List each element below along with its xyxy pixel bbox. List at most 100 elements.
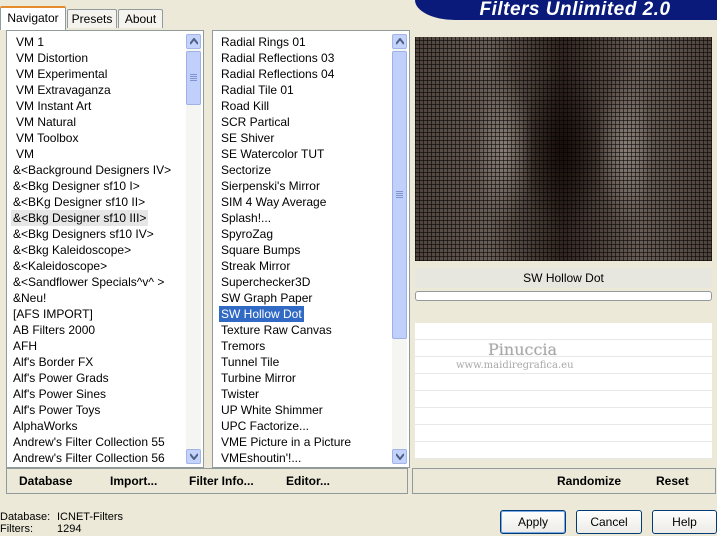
category-scroll-thumb[interactable]	[186, 51, 201, 105]
thumb-grip	[190, 76, 197, 77]
filter-info-button[interactable]: Filter Info...	[189, 472, 254, 490]
thumb-grip	[396, 197, 403, 198]
category-item[interactable]: Andrew's Filter Collection 56	[11, 450, 167, 464]
category-item[interactable]: [AFS IMPORT]	[11, 306, 95, 322]
filter-item[interactable]: SCR Partical	[219, 114, 292, 130]
filter-item[interactable]: SW Hollow Dot	[219, 306, 304, 322]
category-item[interactable]: Alf's Border FX	[11, 354, 95, 370]
filter-item[interactable]: Sierpenski's Mirror	[219, 178, 322, 194]
tab-navigator[interactable]: Navigator	[0, 6, 66, 30]
filter-item[interactable]: SpyroZag	[219, 226, 275, 242]
filter-item[interactable]: Square Bumps	[219, 242, 302, 258]
filter-item[interactable]: Splash!...	[219, 210, 273, 226]
filter-item[interactable]: Superchecker3D	[219, 274, 312, 290]
category-item[interactable]: VM Distortion	[11, 50, 90, 66]
cancel-button[interactable]: Cancel	[576, 510, 642, 534]
preview-image	[415, 37, 712, 261]
filter-item[interactable]: Tremors	[219, 338, 267, 354]
filter-item[interactable]: UP White Shimmer	[219, 402, 325, 418]
category-item[interactable]: VM Natural	[11, 114, 78, 130]
filter-item[interactable]: Radial Reflections 03	[219, 50, 336, 66]
filter-item[interactable]: Sectorize	[219, 162, 273, 178]
watermark-name: Pinuccia	[488, 340, 558, 359]
filter-item[interactable]: Radial Tile 01	[219, 82, 296, 98]
category-scroll-down-button[interactable]	[186, 449, 201, 464]
filter-scroll-down-button[interactable]	[392, 449, 407, 464]
tab-presets[interactable]: Presets	[67, 9, 117, 28]
filter-item[interactable]: VMEshoutin'!...	[219, 450, 303, 464]
tab-about[interactable]: About	[118, 9, 163, 28]
category-item[interactable]: Andrew's Filter Collection 55	[11, 434, 167, 450]
category-item[interactable]: VM Toolbox	[11, 130, 80, 146]
category-item[interactable]: &<Bkg Designers sf10 IV>	[11, 226, 156, 242]
category-item[interactable]: AB Filters 2000	[11, 322, 97, 338]
randomize-button[interactable]: Randomize	[557, 472, 621, 490]
filter-item[interactable]: Radial Rings 01	[219, 34, 308, 50]
filter-item[interactable]: Tunnel Tile	[219, 354, 281, 370]
filter-item[interactable]: VME Picture in a Picture	[219, 434, 353, 450]
parameter-slot	[415, 442, 712, 459]
parameter-slot	[415, 374, 712, 391]
database-label: Database:	[0, 511, 51, 523]
filter-scrollbar[interactable]	[392, 34, 407, 464]
category-item[interactable]: &Neu!	[11, 290, 48, 306]
filter-scroll-thumb[interactable]	[392, 51, 407, 339]
scroll-up-icon	[190, 38, 198, 45]
category-item[interactable]: Alf's Power Sines	[11, 386, 108, 402]
apply-button[interactable]: Apply	[500, 510, 566, 534]
filter-item[interactable]: Texture Raw Canvas	[219, 322, 334, 338]
selected-filter-name: SW Hollow Dot	[415, 268, 712, 288]
category-item[interactable]: VM 1	[11, 34, 46, 50]
watermark-url: www.maidiregrafica.eu	[456, 360, 574, 371]
category-item[interactable]: AlphaWorks	[11, 418, 79, 434]
thumb-grip	[190, 78, 197, 79]
filters-count-label: Filters:	[0, 523, 33, 535]
progress-bar	[415, 291, 712, 301]
category-scrollbar[interactable]	[186, 34, 201, 464]
scroll-down-icon	[190, 453, 198, 460]
category-item[interactable]: &<BKg Designer sf10 II>	[11, 194, 147, 210]
import-button[interactable]: Import...	[110, 472, 157, 490]
filter-scroll-up-button[interactable]	[392, 34, 407, 49]
category-item[interactable]: &<Background Designers IV>	[11, 162, 173, 178]
category-item[interactable]: VM Instant Art	[11, 98, 93, 114]
category-item[interactable]: Alf's Power Toys	[11, 402, 102, 418]
filter-item[interactable]: Streak Mirror	[219, 258, 292, 274]
filter-item[interactable]: SIM 4 Way Average	[219, 194, 328, 210]
filter-item[interactable]: SW Graph Paper	[219, 290, 314, 306]
filter-item[interactable]: SE Shiver	[219, 130, 276, 146]
category-item[interactable]: &<Kaleidoscope>	[11, 258, 109, 274]
parameter-slot	[415, 391, 712, 408]
category-item[interactable]: VM Experimental	[11, 66, 109, 82]
thumb-grip	[190, 74, 197, 75]
help-button[interactable]: Help	[652, 510, 717, 534]
category-item[interactable]: AFH	[11, 338, 39, 354]
parameter-slot	[415, 425, 712, 442]
category-list-panel: VM 1 VM Distortion VM Experimental VM Extra…	[6, 30, 204, 468]
filter-list[interactable]: Radial Rings 01 Radial Reflections 03 Radi…	[219, 34, 391, 464]
thumb-grip	[396, 191, 403, 192]
filter-item[interactable]: Turbine Mirror	[219, 370, 298, 386]
filter-item[interactable]: Twister	[219, 386, 261, 402]
category-item[interactable]: &<Bkg Designer sf10 III>	[11, 210, 149, 226]
filter-item[interactable]: UPC Factorize...	[219, 418, 311, 434]
param-spacer	[415, 304, 712, 322]
category-item[interactable]: &<Sandflower Specials^v^ >	[11, 274, 166, 290]
category-list[interactable]: VM 1 VM Distortion VM Experimental VM Extra…	[11, 34, 185, 464]
database-button[interactable]: Database	[19, 472, 72, 490]
category-scroll-up-button[interactable]	[186, 34, 201, 49]
database-value: ICNET-Filters	[57, 511, 123, 523]
editor-button[interactable]: Editor...	[286, 472, 330, 490]
filter-item[interactable]: SE Watercolor TUT	[219, 146, 326, 162]
reset-button[interactable]: Reset	[656, 472, 689, 490]
category-item[interactable]: &<Bkg Kaleidoscope>	[11, 242, 133, 258]
category-item[interactable]: Alf's Power Grads	[11, 370, 111, 386]
filter-item[interactable]: Radial Reflections 04	[219, 66, 336, 82]
filter-item[interactable]: Road Kill	[219, 98, 271, 114]
scroll-up-icon	[396, 38, 404, 45]
category-item[interactable]: &<Bkg Designer sf10 I>	[11, 178, 142, 194]
category-item[interactable]: VM	[11, 146, 36, 162]
category-item[interactable]: VM Extravaganza	[11, 82, 113, 98]
filters-count-value: 1294	[57, 523, 82, 535]
filter-list-panel: Radial Rings 01 Radial Reflections 03 Radi…	[212, 30, 410, 468]
